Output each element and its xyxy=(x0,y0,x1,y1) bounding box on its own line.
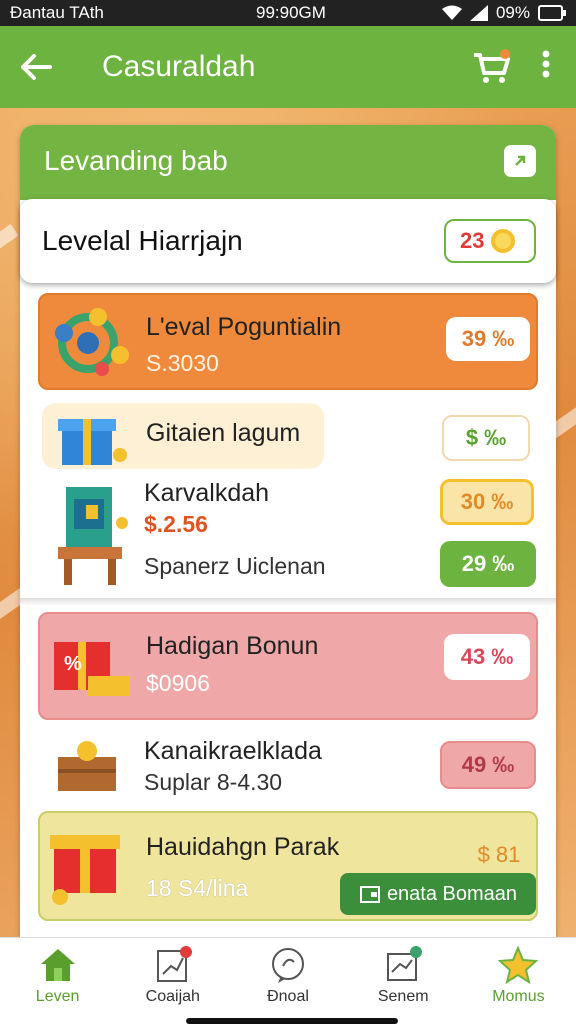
star-icon xyxy=(498,946,539,984)
item-title: Hauidahgn Parak xyxy=(146,833,340,861)
item-title: Gitaien lagum xyxy=(146,419,301,447)
arrow-left-icon xyxy=(21,54,52,80)
item-badge: 39 ‰ xyxy=(446,317,530,361)
list-item[interactable]: L'eval Poguntialin S.3030 39 ‰ xyxy=(38,293,538,390)
item-price: S.3030 xyxy=(146,350,219,376)
item-title: Hadigan Bonun xyxy=(146,632,319,660)
claim-bonus-button[interactable]: enata Bomaan xyxy=(340,873,536,915)
nav-label: Momus xyxy=(492,988,545,1005)
nav-label: Đnoal xyxy=(267,988,309,1005)
nav-item-chat[interactable]: Đnoal xyxy=(230,938,345,1024)
app-bar: Casuraldah xyxy=(0,26,576,108)
page-title: Casuraldah xyxy=(102,50,256,83)
signal-icon xyxy=(469,5,488,21)
battery-percent: 09% xyxy=(495,3,530,22)
item-badge: 30 ‰ xyxy=(440,479,534,525)
list-item[interactable]: % Hadigan Bonun $0906 43 ‰ xyxy=(38,612,538,720)
arrow-up-right-icon xyxy=(515,155,526,166)
status-time: 99:90GM xyxy=(256,3,326,22)
list-item[interactable]: Kanaikraelklada Suplar 8-4.30 49 ‰ xyxy=(38,729,538,809)
list-item[interactable]: Spanerz Uiclenan 29 ‰ xyxy=(38,535,538,597)
wallet-icon xyxy=(359,886,380,903)
chart-icon xyxy=(156,946,192,982)
leaderboard-panel: Levanding bab Levelal Hiarrjajn 23 L'eva… xyxy=(20,125,556,937)
gift-icon xyxy=(387,946,423,981)
list-item[interactable]: Hauidahgn Parak 18 S4/lina $ 81 enata Bo… xyxy=(38,811,538,921)
treasure-gift-icon xyxy=(50,835,120,905)
coins-network-icon xyxy=(55,308,129,376)
item-badge: $ ‰ xyxy=(442,415,530,461)
chat-icon xyxy=(272,948,304,983)
divider xyxy=(20,598,556,606)
highlight-badge: 23 xyxy=(444,219,536,263)
item-badge: 29 ‰ xyxy=(440,541,536,587)
coin-icon xyxy=(491,229,516,253)
item-title: L'eval Poguntialin xyxy=(146,313,342,341)
more-button[interactable] xyxy=(526,49,566,85)
panel-title: Levanding bab xyxy=(44,145,228,176)
home-indicator xyxy=(186,1018,398,1024)
coin-crate-icon xyxy=(58,741,116,791)
item-badge: 43 ‰ xyxy=(444,634,530,680)
highlight-row[interactable]: Levelal Hiarrjajn 23 xyxy=(20,199,556,283)
more-vert-icon xyxy=(542,50,550,78)
panel-header: Levanding bab xyxy=(20,125,556,200)
highlight-badge-value: 23 xyxy=(460,228,485,253)
nav-item-bonus[interactable]: Momus xyxy=(461,938,576,1024)
home-icon xyxy=(40,949,75,981)
nav-item-gifts[interactable]: Senem xyxy=(346,938,461,1024)
item-title: Karvalkdah xyxy=(144,479,270,507)
back-button[interactable] xyxy=(0,26,72,108)
gift-box-icon xyxy=(58,419,127,465)
item-badge: 49 ‰ xyxy=(440,741,536,789)
item-price: Suplar 8-4.30 xyxy=(144,769,283,795)
item-price: $.2.56 xyxy=(144,511,208,537)
highlight-title: Levelal Hiarrjajn xyxy=(42,225,243,256)
nav-item-home[interactable]: Leven xyxy=(0,938,115,1024)
list-item[interactable]: Gitaien lagum $ ‰ xyxy=(38,401,538,471)
panel-open-button[interactable] xyxy=(504,145,536,177)
item-title: Kanaikraelklada xyxy=(144,737,322,765)
nav-item-stats[interactable]: Coaijah xyxy=(115,938,230,1024)
battery-icon xyxy=(538,5,566,21)
cart-button[interactable] xyxy=(466,42,516,92)
nav-label: Coaijah xyxy=(145,988,200,1005)
claim-bonus-label: enata Bomaan xyxy=(386,882,518,905)
item-title: Spanerz Uiclenan xyxy=(144,553,326,579)
status-carrier: Đantau TAth xyxy=(10,3,104,22)
wifi-icon xyxy=(441,5,462,20)
nav-label: Leven xyxy=(35,988,80,1005)
svg-text:%: % xyxy=(64,653,82,675)
nav-label: Senem xyxy=(377,988,429,1005)
item-badge: $ 81 xyxy=(477,842,521,867)
item-price: $0906 xyxy=(146,670,210,696)
item-price: 18 S4/lina xyxy=(146,875,249,901)
status-bar: Đantau TAth 99:90GM 09% xyxy=(0,0,576,26)
discount-gift-icon: % xyxy=(54,642,130,696)
bottom-nav: Leven Coaijah Đnoal Senem Momus xyxy=(0,937,576,1024)
cart-icon xyxy=(474,49,510,83)
